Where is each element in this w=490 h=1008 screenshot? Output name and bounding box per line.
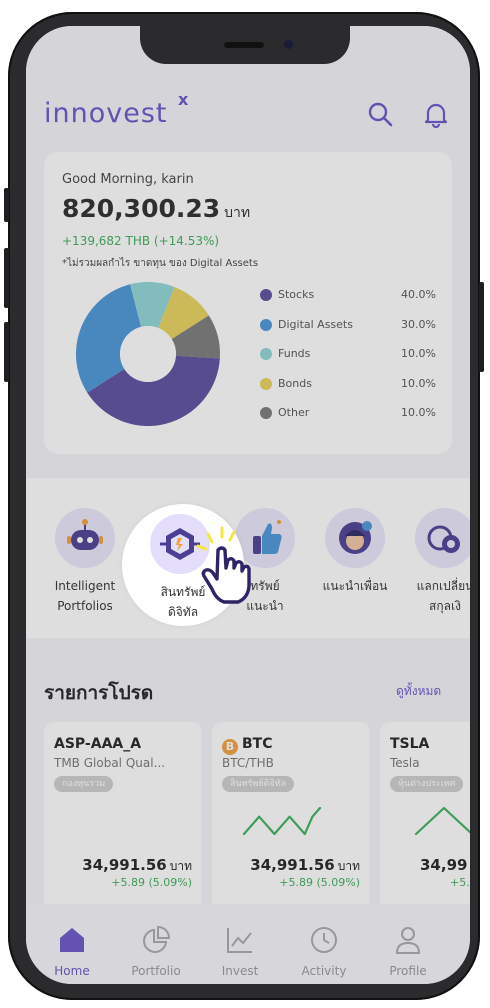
portfolio-summary-card[interactable]: Good Morning, karin 820,300.23 บาท +139,6… xyxy=(44,152,452,454)
user-icon xyxy=(395,927,421,954)
legend-item-digital-assets: Digital Assets 30.0% xyxy=(260,316,436,346)
bottom-navigation: Home Portfolio Invest Activity Profile xyxy=(26,904,470,984)
legend-item-stocks: Stocks 40.0% xyxy=(260,286,436,316)
legend-swatch xyxy=(260,318,272,331)
favorite-name: TMB Global Qual... xyxy=(54,756,166,770)
legend-percent: 10.0% xyxy=(401,406,436,419)
favorite-symbol: TSLA xyxy=(390,736,430,752)
allocation-legend: Stocks 40.0% Digital Assets 30.0% Funds 10.0%… xyxy=(260,286,436,434)
legend-percent: 10.0% xyxy=(401,376,436,390)
search-icon[interactable] xyxy=(366,100,394,128)
sparkline-line xyxy=(242,806,322,836)
legend-item-bonds: Bonds 10.0% xyxy=(260,375,436,405)
pie-chart-icon xyxy=(143,925,171,953)
legend-percent: 30.0% xyxy=(401,317,436,331)
favorite-price: 34,991.56 บาท xyxy=(250,856,360,874)
favorite-card-btc[interactable]: B BTC BTC/THB สินทรัพย์ดิจิทัล 34,991.56 บ… xyxy=(212,722,370,910)
favorite-price: 34,991.56 บาท xyxy=(82,856,192,874)
legend-label: Bonds xyxy=(278,376,312,390)
app-screen: innovest x Good Morning, karin 820,300.2… xyxy=(26,26,470,984)
menu-label: แนะนำเพื่อน xyxy=(322,579,388,593)
nav-item-portfolio[interactable]: Portfolio xyxy=(114,924,198,978)
app-logo-mark: x xyxy=(178,90,189,109)
favorite-card-asp-aaa[interactable]: ASP-AAA_A TMB Global Qual... กองทุนรวม 3… xyxy=(44,722,202,910)
favorite-price: 34,99 xyxy=(420,856,468,874)
volume-up-button xyxy=(4,248,9,308)
greeting-text: Good Morning, karin xyxy=(62,172,194,187)
favorite-change: +5.8 xyxy=(450,876,470,889)
app-logo: innovest xyxy=(44,98,168,129)
legend-swatch xyxy=(260,348,272,360)
menu-item-intelligent-portfolios[interactable]: Intelligent Portfolios xyxy=(40,508,130,616)
legend-percent: 40.0% xyxy=(401,288,436,301)
total-value-unit: บาท xyxy=(224,205,251,221)
favorite-tag: หุ้นต่างประเทศ xyxy=(390,776,464,792)
legend-label: Digital Assets xyxy=(278,317,353,331)
favorite-card-tsla[interactable]: TSLA Tesla หุ้นต่างประเทศ 34,99 +5.8 xyxy=(380,722,470,910)
line-chart-icon xyxy=(227,928,252,953)
legend-swatch xyxy=(260,289,272,301)
favorite-symbol: B BTC xyxy=(222,736,273,755)
menu-label: แลกเปลี่ยน สกุลเงิ xyxy=(416,579,470,613)
favorite-tag: สินทรัพย์ดิจิทัล xyxy=(222,776,295,792)
legend-percent: 10.0% xyxy=(401,347,436,360)
favorite-change: +5.89 (5.09%) xyxy=(111,876,192,889)
donut-hole xyxy=(120,326,176,382)
total-portfolio-value: 820,300.23 บาท xyxy=(62,194,250,224)
total-value-number: 820,300.23 xyxy=(62,194,221,223)
bell-icon[interactable] xyxy=(422,100,450,128)
nav-label: Invest xyxy=(221,964,259,978)
favorite-name: BTC/THB xyxy=(222,756,274,770)
menu-item-currency-exchange[interactable]: แลกเปลี่ยน สกุลเงิ xyxy=(400,508,470,616)
friend-icon xyxy=(325,508,385,568)
sparkline-line xyxy=(414,806,470,836)
nav-label: Profile xyxy=(389,964,427,978)
legend-item-funds: Funds 10.0% xyxy=(260,345,436,375)
legend-item-other: Other 10.0% xyxy=(260,404,436,434)
nav-item-activity[interactable]: Activity xyxy=(282,924,366,978)
favorites-view-all-link[interactable]: ดูทั้งหมด xyxy=(396,682,441,701)
speaker-grille xyxy=(224,42,264,48)
menu-label: Intelligent Portfolios xyxy=(54,579,116,613)
favorite-name: Tesla xyxy=(390,756,420,770)
mute-switch xyxy=(4,188,9,222)
portfolio-change: +139,682 THB (+14.53%) xyxy=(62,234,220,248)
volume-down-button xyxy=(4,322,9,382)
bitcoin-icon: B xyxy=(222,739,238,755)
favorites-title: รายการโปรด xyxy=(44,682,154,704)
legend-swatch xyxy=(260,377,272,390)
home-icon xyxy=(60,928,84,952)
menu-item-refer-friend[interactable]: แนะนำเพื่อน xyxy=(310,508,400,596)
favorite-tag: กองทุนรวม xyxy=(54,776,114,792)
nav-item-invest[interactable]: Invest xyxy=(198,924,282,978)
nav-label: Portfolio xyxy=(131,964,181,978)
nav-item-profile[interactable]: Profile xyxy=(366,924,450,978)
power-button xyxy=(479,282,484,372)
favorite-symbol: ASP-AAA_A xyxy=(54,736,142,752)
portfolio-note: *ไม่รวมผลกำไร ขาดทุน ของ Digital Assets xyxy=(62,258,259,269)
clock-icon xyxy=(311,927,337,953)
robot-icon xyxy=(55,508,115,568)
sparkline-chart xyxy=(414,806,470,836)
phone-notch xyxy=(140,26,350,64)
sparkline-chart xyxy=(242,806,322,836)
nav-label: Home xyxy=(54,964,90,978)
nav-item-home[interactable]: Home xyxy=(30,924,114,978)
front-camera xyxy=(284,40,293,49)
hand-pointer-icon xyxy=(196,526,251,604)
favorite-change: +5.89 (5.09%) xyxy=(279,876,360,889)
exchange-icon xyxy=(415,508,470,568)
nav-label: Activity xyxy=(301,964,347,978)
allocation-donut-chart[interactable] xyxy=(74,280,222,428)
legend-swatch xyxy=(260,407,272,419)
legend-label: Other xyxy=(278,406,310,419)
legend-label: Stocks xyxy=(278,288,315,301)
legend-label: Funds xyxy=(278,347,311,360)
